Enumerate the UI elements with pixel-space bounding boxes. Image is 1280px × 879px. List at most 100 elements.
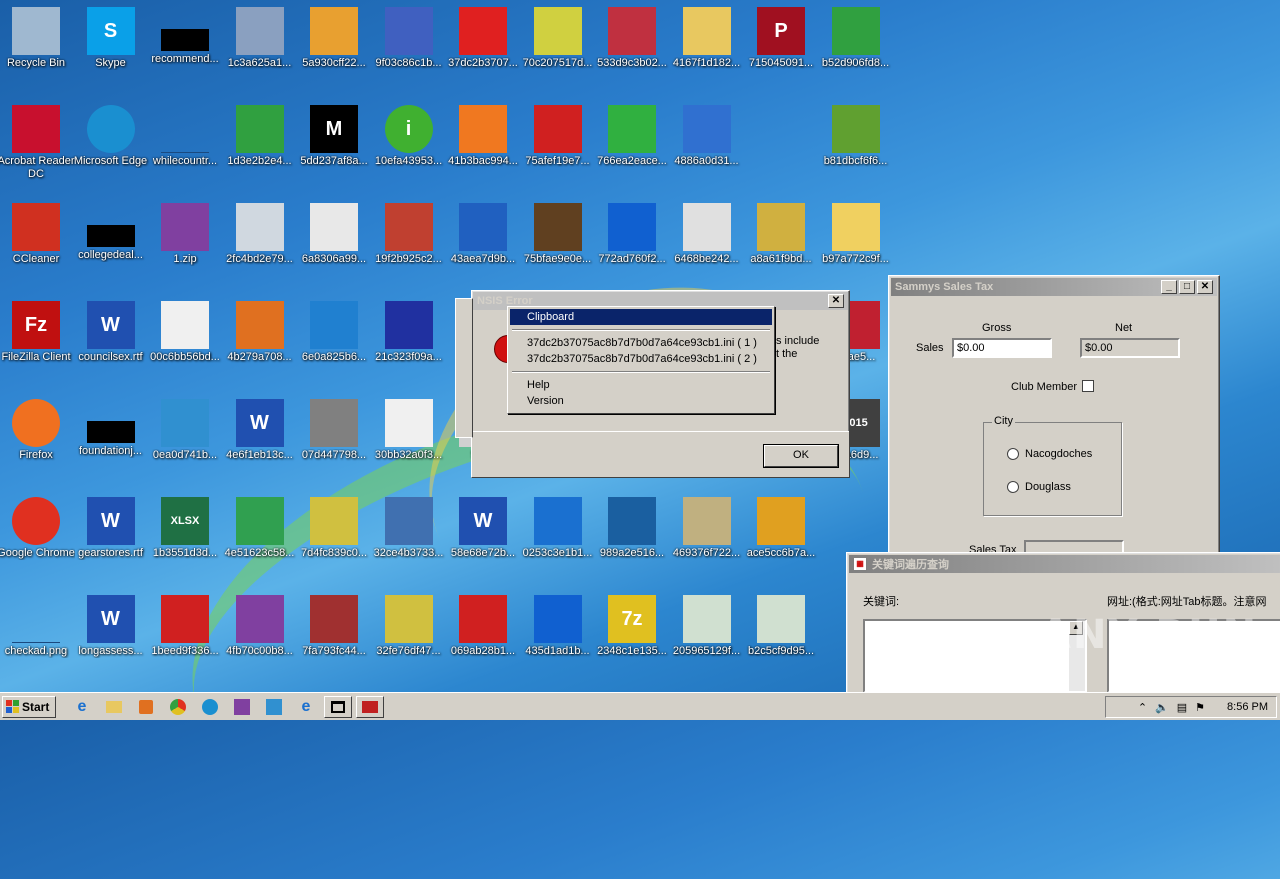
desktop-icon[interactable]: 205965129f...	[668, 591, 746, 681]
desktop-icon[interactable]: 766ea2eace...	[593, 101, 671, 191]
ie-taskbar-icon[interactable]: e	[68, 696, 96, 718]
desktop-icon[interactable]: XLSX 1b3551d3d...	[146, 493, 224, 583]
desktop-icon[interactable]: 4fb70c00b8...	[221, 591, 299, 681]
desktop-icon[interactable]: Wlongassess...	[72, 591, 150, 681]
desktop-icon[interactable]: 9f03c86c1b...	[370, 3, 448, 93]
desktop-icon[interactable]: a8a61f9bd...	[742, 199, 820, 289]
desktop-icon[interactable]: 32fe76df47...	[370, 591, 448, 681]
menu-item-version[interactable]: Version	[510, 393, 772, 409]
desktop-icon[interactable]: Acrobat Reader DC	[0, 101, 75, 191]
desktop-icon[interactable]: 37dc2b3707...	[444, 3, 522, 93]
desktop-icon[interactable]: M 5dd237af8a...	[295, 101, 373, 191]
desktop-icon[interactable]: 4167f1d182...	[668, 3, 746, 93]
desktop-icon[interactable]: whilecountr...	[146, 101, 224, 191]
desktop-icon[interactable]: 7fa793fc44...	[295, 591, 373, 681]
chevron-up-icon[interactable]: ⌃	[1138, 701, 1147, 714]
desktop-icon[interactable]: recommend...	[146, 3, 224, 93]
clock[interactable]: 8:56 PM	[1227, 701, 1268, 713]
start-button[interactable]: Start	[2, 695, 56, 718]
desktop-icon[interactable]: 0ea0d741b...	[146, 395, 224, 485]
desktop-icon[interactable]: 6e0a825b6...	[295, 297, 373, 387]
desktop-icon[interactable]: checkad.png	[0, 591, 75, 681]
menu-item-clipboard[interactable]: Clipboard	[510, 309, 772, 325]
desktop-icon[interactable]: Google Chrome	[0, 493, 75, 583]
ie-secondary-taskbar-icon[interactable]: e	[292, 696, 320, 718]
sales-tax-titlebar[interactable]: Sammys Sales Tax _ □ ✕	[891, 278, 1217, 296]
desktop-icon[interactable]: collegedeal...	[72, 199, 150, 289]
desktop-icon[interactable]: 32ce4b3733...	[370, 493, 448, 583]
desktop-icon[interactable]: 5a930cff22...	[295, 3, 373, 93]
desktop-icon[interactable]: 2fc4bd2e79...	[221, 199, 299, 289]
desktop-icon[interactable]: 4e51623c58...	[221, 493, 299, 583]
explorer-taskbar-icon[interactable]	[100, 696, 128, 718]
media-player-taskbar-icon[interactable]	[132, 696, 160, 718]
desktop-icon[interactable]: CCleaner	[0, 199, 75, 289]
desktop-icon[interactable]: b81dbcf6f6...	[817, 101, 895, 191]
keyword-query-titlebar[interactable]: ▦ 关键词遍历查询	[849, 555, 1280, 573]
menu-item-help[interactable]: Help	[510, 377, 772, 393]
radio-douglass[interactable]	[1007, 481, 1019, 493]
desktop-icon[interactable]: 4b279a708...	[221, 297, 299, 387]
desktop-icon[interactable]: P 715045091...	[742, 3, 820, 93]
desktop-icon[interactable]: W 4e6f1eb13c...	[221, 395, 299, 485]
desktop-icon[interactable]: 7d4fc839c0...	[295, 493, 373, 583]
desktop-icon[interactable]: 069ab28b1...	[444, 591, 522, 681]
radio-nacogdoches[interactable]	[1007, 448, 1019, 460]
desktop-icon[interactable]: 772ad760f2...	[593, 199, 671, 289]
desktop-icon[interactable]: ace5cc6b7a...	[742, 493, 820, 583]
desktop-icon[interactable]: 4886a0d31...	[668, 101, 746, 191]
close-button[interactable]: ✕	[1197, 280, 1213, 294]
desktop-icon[interactable]: 6468be242...	[668, 199, 746, 289]
chrome-taskbar-icon[interactable]	[164, 696, 192, 718]
desktop-icon[interactable]: 07d447798...	[295, 395, 373, 485]
desktop-icon[interactable]: 30bb32a0f3...	[370, 395, 448, 485]
sales-input[interactable]: $0.00	[952, 338, 1052, 358]
desktop-icon[interactable]: 989a2e516...	[593, 493, 671, 583]
desktop-icon[interactable]: 75afef19e7...	[519, 101, 597, 191]
desktop-icon[interactable]: 533d9c3b02...	[593, 3, 671, 93]
desktop-icon[interactable]: Firefox	[0, 395, 75, 485]
desktop-icon[interactable]: 21c323f09a...	[370, 297, 448, 387]
window-taskbar-button[interactable]	[324, 695, 352, 718]
desktop-icon[interactable]: b97a772c9f...	[817, 199, 895, 289]
desktop-icon[interactable]: Fz FileZilla Client	[0, 297, 75, 387]
desktop-icon[interactable]: S Skype	[72, 3, 150, 93]
desktop-icon[interactable]: 1beed9f336...	[146, 591, 224, 681]
app-taskbar-button[interactable]	[356, 695, 384, 718]
desktop-icon[interactable]: 70c207517d...	[519, 3, 597, 93]
desktop-icon[interactable]: foundationj...	[72, 395, 150, 485]
nsis-close-button[interactable]: ✕	[828, 294, 844, 308]
winrar-taskbar-icon[interactable]	[228, 696, 256, 718]
ok-button[interactable]: OK	[763, 444, 839, 468]
menu-item-ini-1[interactable]: 37dc2b37075ac8b7d7b0d7a64ce93cb1.ini ( 1…	[510, 335, 772, 351]
desktop-icon[interactable]: Recycle Bin	[0, 3, 75, 93]
speaker-icon[interactable]: 🔈	[1155, 701, 1169, 714]
desktop-icon[interactable]: 41b3bac994...	[444, 101, 522, 191]
desktop-icon[interactable]: 75bfae9e0e...	[519, 199, 597, 289]
desktop-icon[interactable]: 43aea7d9b...	[444, 199, 522, 289]
desktop-icon[interactable]: 7z 2348c1e135...	[593, 591, 671, 681]
edge-taskbar-icon[interactable]	[196, 696, 224, 718]
club-member-checkbox[interactable]	[1082, 380, 1094, 392]
desktop-icon[interactable]: b52d906fd8...	[817, 3, 895, 93]
desktop-icon[interactable]: i 10efa43953...	[370, 101, 448, 191]
desktop-icon[interactable]: 0253c3e1b1...	[519, 493, 597, 583]
desktop-icon[interactable]: 00c6bb56bd...	[146, 297, 224, 387]
desktop-icon[interactable]: Wgearstores.rtf	[72, 493, 150, 583]
desktop-icon[interactable]: 19f2b925c2...	[370, 199, 448, 289]
desktop-icon[interactable]: 1c3a625a1...	[221, 3, 299, 93]
windows-update-taskbar-icon[interactable]	[260, 696, 288, 718]
desktop-icon[interactable]: 1.zip	[146, 199, 224, 289]
desktop-icon[interactable]: 435d1ad1b...	[519, 591, 597, 681]
maximize-button[interactable]: □	[1179, 280, 1195, 294]
desktop-icon[interactable]: 1d3e2b2e4...	[221, 101, 299, 191]
network-icon[interactable]: ▤	[1177, 701, 1187, 714]
minimize-button[interactable]: _	[1161, 280, 1177, 294]
desktop-icon[interactable]: 469376f722...	[668, 493, 746, 583]
desktop-icon[interactable]: Wcouncilsex.rtf	[72, 297, 150, 387]
desktop-icon[interactable]: Microsoft Edge	[72, 101, 150, 191]
menu-item-ini-2[interactable]: 37dc2b37075ac8b7d7b0d7a64ce93cb1.ini ( 2…	[510, 351, 772, 367]
desktop-icon[interactable]: W 58e68e72b...	[444, 493, 522, 583]
desktop-icon[interactable]: 6a8306a99...	[295, 199, 373, 289]
flag-icon[interactable]: ⚑	[1195, 701, 1205, 714]
